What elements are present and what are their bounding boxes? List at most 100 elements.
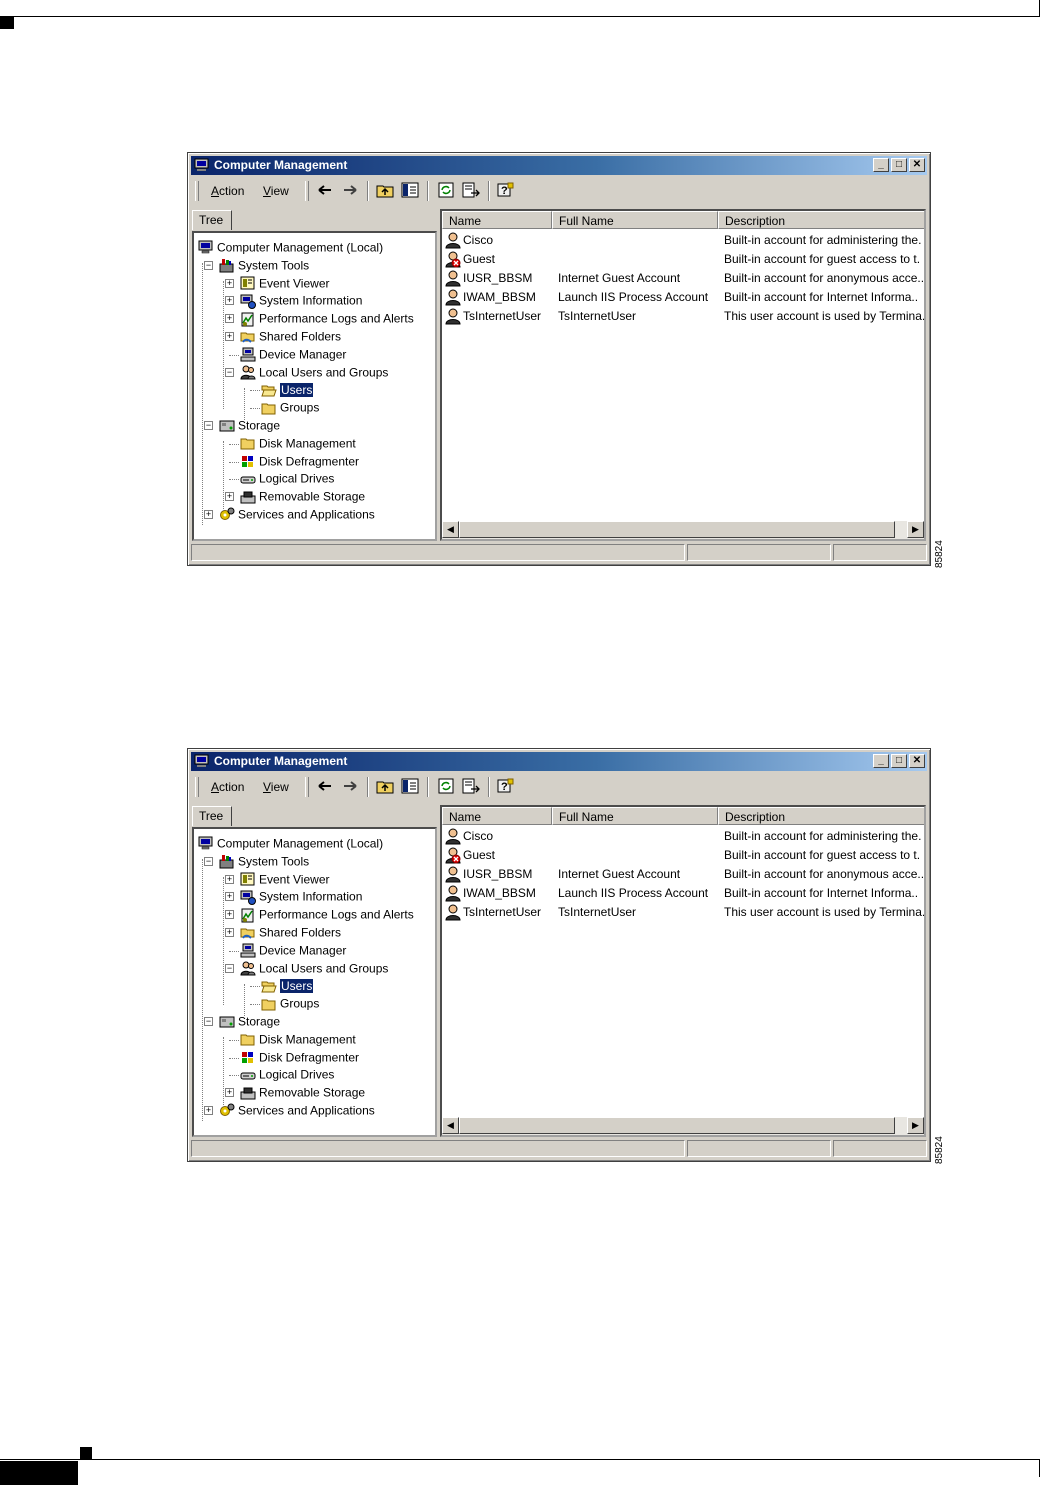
expand-icon[interactable]: + bbox=[225, 928, 234, 937]
tree-item-removable-storage[interactable]: Removable Storage bbox=[240, 1084, 365, 1101]
scrollbar-thumb[interactable] bbox=[459, 1117, 895, 1134]
list-item[interactable]: Guest Built-in account for guest access t… bbox=[442, 846, 924, 865]
back-button[interactable] bbox=[315, 181, 335, 201]
tree-item-event-viewer[interactable]: Event Viewer bbox=[240, 871, 329, 888]
scroll-right-button[interactable]: ▶ bbox=[907, 1117, 924, 1134]
close-button[interactable]: ✕ bbox=[909, 754, 925, 768]
column-header-name[interactable]: Name bbox=[442, 807, 552, 825]
horizontal-scrollbar[interactable]: ◀ ▶ bbox=[442, 1117, 924, 1135]
close-button[interactable]: ✕ bbox=[909, 158, 925, 172]
tree-item-disk-defragmenter[interactable]: Disk Defragmenter bbox=[240, 453, 359, 470]
title-bar[interactable]: Computer Management _ □ ✕ bbox=[191, 752, 927, 771]
tree-item-local-users-and-groups[interactable]: Local Users and Groups bbox=[240, 960, 388, 977]
list-item[interactable]: TsInternetUser TsInternetUser This user ac… bbox=[442, 307, 924, 326]
tree-item-logical-drives[interactable]: Logical Drives bbox=[240, 470, 334, 487]
up-one-level-button[interactable] bbox=[375, 777, 395, 797]
horizontal-scrollbar[interactable]: ◀ ▶ bbox=[442, 521, 924, 539]
tree-item-performance-logs-and-alerts[interactable]: Performance Logs and Alerts bbox=[240, 906, 414, 923]
tree-item-shared-folders[interactable]: Shared Folders bbox=[240, 924, 341, 941]
help-button[interactable]: ? bbox=[496, 181, 516, 201]
tree-item-storage[interactable]: Storage bbox=[219, 1013, 280, 1030]
tree-item-computer-management-local[interactable]: Computer Management (Local) bbox=[198, 835, 383, 852]
menu-view[interactable]: View bbox=[263, 780, 289, 794]
refresh-button[interactable] bbox=[436, 181, 456, 201]
tree-item-logical-drives[interactable]: Logical Drives bbox=[240, 1066, 334, 1083]
tree-item-services-and-applications[interactable]: Services and Applications bbox=[219, 1102, 375, 1119]
column-header-full-name[interactable]: Full Name bbox=[552, 807, 718, 825]
collapse-icon[interactable]: − bbox=[204, 856, 213, 866]
collapse-icon[interactable]: − bbox=[204, 1017, 213, 1026]
collapse-icon[interactable]: − bbox=[204, 260, 213, 270]
list-item[interactable]: Cisco Built-in account for administering … bbox=[442, 231, 924, 250]
expand-icon[interactable]: + bbox=[204, 510, 213, 519]
list-item[interactable]: TsInternetUser TsInternetUser This user ac… bbox=[442, 903, 924, 922]
expand-icon[interactable]: + bbox=[225, 892, 234, 902]
tree-item-computer-management-local[interactable]: Computer Management (Local) bbox=[198, 239, 383, 256]
tree-item-performance-logs-and-alerts[interactable]: Performance Logs and Alerts bbox=[240, 310, 414, 327]
menu-action[interactable]: Action bbox=[211, 184, 244, 198]
expand-icon[interactable]: + bbox=[225, 874, 234, 884]
tree-item-system-information[interactable]: System Information bbox=[240, 292, 362, 309]
list-item[interactable]: Cisco Built-in account for administering … bbox=[442, 827, 924, 846]
expand-icon[interactable]: + bbox=[225, 314, 234, 324]
tree-item-local-users-and-groups[interactable]: Local Users and Groups bbox=[240, 364, 388, 381]
list-item[interactable]: IUSR_BBSM Internet Guest Account Built-in … bbox=[442, 269, 924, 288]
scroll-left-button[interactable]: ◀ bbox=[442, 521, 459, 538]
tree-item-device-manager[interactable]: Device Manager bbox=[240, 346, 346, 363]
expand-icon[interactable]: + bbox=[225, 278, 234, 288]
help-button[interactable]: ? bbox=[496, 777, 516, 797]
refresh-button[interactable] bbox=[436, 777, 456, 797]
tree-item-storage[interactable]: Storage bbox=[219, 417, 280, 434]
menu-view[interactable]: View bbox=[263, 184, 289, 198]
forward-button[interactable] bbox=[340, 181, 360, 201]
tree-item-event-viewer[interactable]: Event Viewer bbox=[240, 275, 329, 292]
tree-item-groups[interactable]: Groups bbox=[261, 995, 319, 1012]
list-item[interactable]: IWAM_BBSM Launch IIS Process Account Built… bbox=[442, 884, 924, 903]
column-header-description[interactable]: Description bbox=[718, 807, 924, 825]
scroll-left-button[interactable]: ◀ bbox=[442, 1117, 459, 1134]
show-hide-tree-button[interactable] bbox=[400, 181, 420, 201]
collapse-icon[interactable]: − bbox=[225, 963, 234, 973]
tree-item-system-information[interactable]: System Information bbox=[240, 888, 362, 905]
show-hide-tree-button[interactable] bbox=[400, 777, 420, 797]
list-item[interactable]: IWAM_BBSM Launch IIS Process Account Built… bbox=[442, 288, 924, 307]
column-header-name[interactable]: Name bbox=[442, 211, 552, 229]
column-header-full-name[interactable]: Full Name bbox=[552, 211, 718, 229]
export-list-button[interactable] bbox=[461, 777, 481, 797]
tree-item-removable-storage[interactable]: Removable Storage bbox=[240, 488, 365, 505]
maximize-button[interactable]: □ bbox=[891, 158, 907, 172]
up-one-level-button[interactable] bbox=[375, 181, 395, 201]
back-button[interactable] bbox=[315, 777, 335, 797]
tree-item-disk-management[interactable]: Disk Management bbox=[240, 435, 356, 452]
tree-item-shared-folders[interactable]: Shared Folders bbox=[240, 328, 341, 345]
tree-item-users[interactable]: Users bbox=[261, 977, 315, 994]
tree-item-users[interactable]: Users bbox=[261, 381, 315, 398]
tree-item-disk-defragmenter[interactable]: Disk Defragmenter bbox=[240, 1049, 359, 1066]
minimize-button[interactable]: _ bbox=[873, 754, 889, 768]
tree-item-groups[interactable]: Groups bbox=[261, 399, 319, 416]
tree-item-device-manager[interactable]: Device Manager bbox=[240, 942, 346, 959]
expand-icon[interactable]: + bbox=[204, 1106, 213, 1115]
tree-item-services-and-applications[interactable]: Services and Applications bbox=[219, 506, 375, 523]
menu-action[interactable]: Action bbox=[211, 780, 244, 794]
list-item[interactable]: IUSR_BBSM Internet Guest Account Built-in … bbox=[442, 865, 924, 884]
column-header-description[interactable]: Description bbox=[718, 211, 924, 229]
expand-icon[interactable]: + bbox=[225, 1088, 234, 1098]
expand-icon[interactable]: + bbox=[225, 332, 234, 341]
tree-item-system-tools[interactable]: System Tools bbox=[219, 853, 309, 870]
title-bar[interactable]: Computer Management _ □ ✕ bbox=[191, 156, 927, 175]
tree-item-disk-management[interactable]: Disk Management bbox=[240, 1031, 356, 1048]
expand-icon[interactable]: + bbox=[225, 492, 234, 502]
scroll-right-button[interactable]: ▶ bbox=[907, 521, 924, 538]
scrollbar-thumb[interactable] bbox=[459, 521, 895, 538]
collapse-icon[interactable]: − bbox=[204, 421, 213, 430]
forward-button[interactable] bbox=[340, 777, 360, 797]
maximize-button[interactable]: □ bbox=[891, 754, 907, 768]
export-list-button[interactable] bbox=[461, 181, 481, 201]
minimize-button[interactable]: _ bbox=[873, 158, 889, 172]
expand-icon[interactable]: + bbox=[225, 296, 234, 306]
tab-tree[interactable]: Tree bbox=[192, 806, 232, 826]
collapse-icon[interactable]: − bbox=[225, 367, 234, 377]
expand-icon[interactable]: + bbox=[225, 910, 234, 920]
tree-item-system-tools[interactable]: System Tools bbox=[219, 257, 309, 274]
